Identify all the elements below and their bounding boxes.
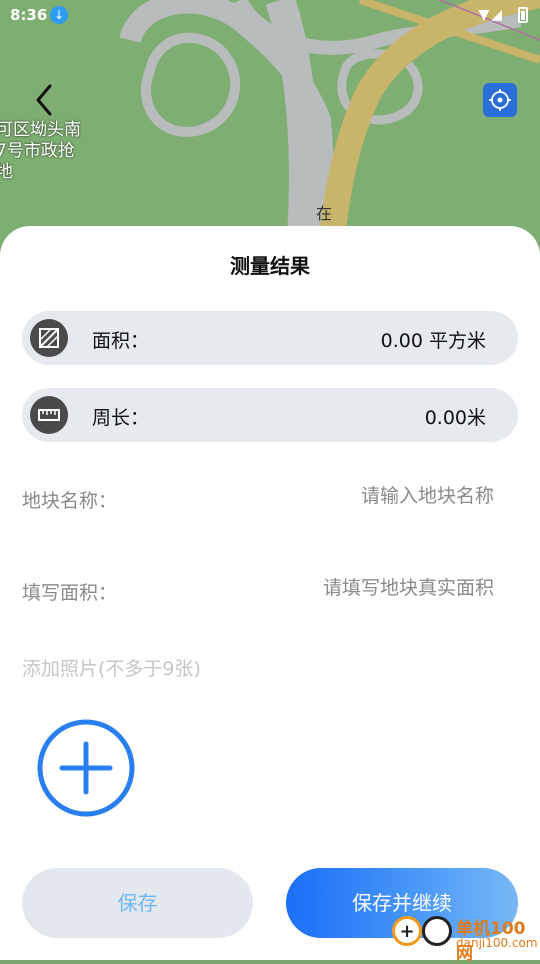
status-time: 8:36 [10, 6, 48, 24]
fill-area-label: 填写面积： [22, 582, 118, 604]
battery-icon [518, 7, 528, 23]
download-icon: ↓ [50, 6, 68, 24]
area-value: 0.00 平方米 [380, 330, 486, 352]
fill-area-input[interactable] [232, 576, 496, 600]
area-icon [30, 319, 68, 357]
ruler-icon [30, 396, 68, 434]
watermark-logo-icon: + [392, 916, 422, 946]
watermark-url: danji100.com [456, 936, 538, 950]
map-road-label: 在 [316, 204, 333, 223]
status-bar: 8:36 ↓ ▼◢ [0, 0, 540, 30]
add-photo-button[interactable] [34, 716, 138, 820]
crosshair-icon [489, 89, 511, 111]
save-button[interactable]: 保存 [22, 868, 253, 938]
area-label: 面积： [92, 330, 150, 352]
locate-button[interactable] [483, 83, 517, 117]
perimeter-value: 0.00米 [424, 407, 486, 429]
chevron-left-icon [36, 84, 52, 116]
plus-circle-icon [37, 719, 135, 817]
watermark-logo-icon [422, 916, 452, 946]
map-roads-graphic [0, 0, 540, 260]
map-view[interactable]: 可区坳头南 7号市政抢 地 在 [0, 0, 540, 260]
plot-name-label: 地块名称： [22, 490, 118, 512]
map-place-label: 可区坳头南 7号市政抢 地 [0, 120, 81, 182]
measurement-sheet: 测量结果 面积： 0.00 平方米 周长： 0.00米 地块名称： 请输入地块名… [0, 226, 540, 964]
sheet-title: 测量结果 [230, 254, 310, 278]
perimeter-row: 周长： 0.00米 [22, 388, 518, 442]
signal-icons: ▼◢ [478, 7, 504, 23]
plot-name-input[interactable] [232, 484, 496, 508]
back-button[interactable] [26, 80, 62, 120]
perimeter-label: 周长： [92, 407, 150, 429]
add-photo-label: 添加照片(不多于9张) [22, 658, 201, 680]
area-row: 面积： 0.00 平方米 [22, 311, 518, 365]
watermark: + 单机100网 danji100.com [392, 914, 540, 964]
